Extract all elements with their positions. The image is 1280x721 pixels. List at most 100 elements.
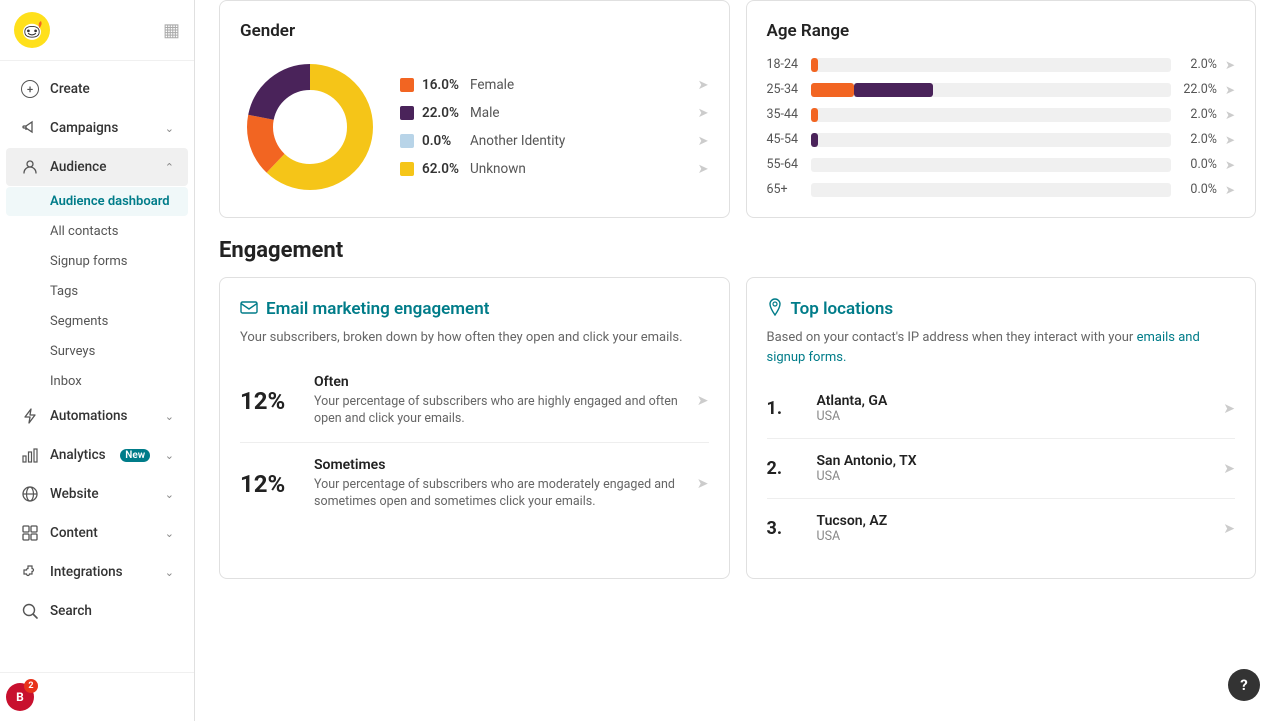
age-bar-25-34-purple — [854, 83, 933, 97]
age-send-65plus[interactable]: ➤ — [1225, 183, 1235, 197]
audience-subnav: Audience dashboard All contacts Signup f… — [0, 187, 194, 396]
sometimes-desc: Your percentage of subscribers who are m… — [314, 476, 683, 511]
age-pct-45-54: 2.0% — [1179, 132, 1217, 147]
female-color-swatch — [400, 78, 414, 92]
age-pct-35-44: 2.0% — [1179, 107, 1217, 122]
location-info-2: San Antonio, TX USA — [817, 453, 1210, 484]
sidebar-item-campaigns-label: Campaigns — [50, 120, 118, 136]
location-city-1: Atlanta, GA — [817, 393, 1210, 409]
automations-chevron-icon: ⌄ — [165, 410, 174, 423]
analytics-new-badge: New — [120, 449, 150, 462]
people-icon — [20, 157, 40, 177]
main-content: Gender — [195, 0, 1280, 721]
sidebar-nav: + Create Campaigns ⌄ Audience ⌃ Audience… — [0, 61, 194, 672]
age-pct-65plus: 0.0% — [1179, 182, 1217, 197]
integrations-chevron-icon: ⌄ — [165, 566, 174, 579]
sidebar-item-signup-forms[interactable]: Signup forms — [6, 247, 188, 276]
locations-desc-text: Based on your contact's IP address when … — [767, 330, 1134, 345]
locations-desc: Based on your contact's IP address when … — [767, 328, 1236, 367]
sidebar-item-content[interactable]: Content ⌄ — [6, 514, 188, 552]
sidebar: ▦ + Create Campaigns ⌄ Audience ⌃ — [0, 0, 195, 721]
audience-chevron-icon: ⌃ — [165, 161, 174, 174]
notification-badge: 2 — [24, 679, 38, 693]
sidebar-item-all-contacts[interactable]: All contacts — [6, 217, 188, 246]
location-send-2[interactable]: ➤ — [1223, 461, 1235, 477]
another-send-icon[interactable]: ➤ — [698, 134, 709, 149]
sidebar-item-integrations[interactable]: Integrations ⌄ — [6, 553, 188, 591]
age-send-35-44[interactable]: ➤ — [1225, 108, 1235, 122]
sometimes-pct: 12% — [240, 470, 300, 498]
age-bar-45-54-fill — [811, 133, 818, 147]
often-pct: 12% — [240, 387, 300, 415]
sidebar-item-website[interactable]: Website ⌄ — [6, 475, 188, 513]
sidebar-item-surveys[interactable]: Surveys — [6, 337, 188, 366]
age-label-65plus: 65+ — [767, 182, 803, 197]
user-avatar-wrapper[interactable]: B 2 — [6, 683, 34, 711]
location-send-1[interactable]: ➤ — [1223, 401, 1235, 417]
mailchimp-logo-icon — [14, 12, 50, 48]
location-item-1: 1. Atlanta, GA USA ➤ — [767, 379, 1236, 439]
sidebar-item-integrations-label: Integrations — [50, 564, 123, 580]
location-rank-3: 3. — [767, 518, 803, 539]
sidebar-item-search[interactable]: Search — [6, 592, 188, 630]
sidebar-item-tags[interactable]: Tags — [6, 277, 188, 306]
sidebar-item-create[interactable]: + Create — [6, 70, 188, 108]
email-engagement-card: Email marketing engagement Your subscrib… — [219, 277, 730, 579]
age-title: Age Range — [767, 21, 1236, 41]
gender-legend-another: 0.0% Another Identity ➤ — [400, 133, 709, 149]
often-send-icon[interactable]: ➤ — [697, 393, 709, 409]
sidebar-item-audience-dashboard[interactable]: Audience dashboard — [6, 187, 188, 216]
age-bar-55-64 — [811, 158, 1171, 172]
locations-list: 1. Atlanta, GA USA ➤ 2. San Antonio, TX … — [767, 379, 1236, 558]
location-info-3: Tucson, AZ USA — [817, 513, 1210, 544]
top-locations-link[interactable]: Top locations — [791, 299, 894, 319]
help-button[interactable]: ? — [1228, 669, 1260, 701]
location-rank-2: 2. — [767, 458, 803, 479]
top-locations-card: Top locations Based on your contact's IP… — [746, 277, 1257, 579]
age-row-55-64: 55-64 0.0% ➤ — [767, 157, 1236, 172]
age-send-45-54[interactable]: ➤ — [1225, 133, 1235, 147]
age-send-55-64[interactable]: ➤ — [1225, 158, 1235, 172]
another-label: Another Identity — [470, 133, 565, 149]
age-bar-25-34-orange — [811, 83, 854, 97]
location-pin-icon — [767, 298, 783, 320]
location-item-2: 2. San Antonio, TX USA ➤ — [767, 439, 1236, 499]
age-row-18-24: 18-24 2.0% ➤ — [767, 57, 1236, 72]
email-engagement-link[interactable]: Email marketing engagement — [266, 299, 489, 319]
sidebar-item-audience[interactable]: Audience ⌃ — [6, 148, 188, 186]
female-send-icon[interactable]: ➤ — [698, 78, 709, 93]
sidebar-item-search-label: Search — [50, 603, 92, 619]
gender-card: Gender — [219, 0, 730, 218]
unknown-pct: 62.0% — [422, 161, 462, 177]
another-color-swatch — [400, 134, 414, 148]
gender-legend: 16.0% Female ➤ 22.0% Male ➤ 0.0% — [400, 77, 709, 177]
email-engagement-desc: Your subscribers, broken down by how oft… — [240, 328, 709, 348]
sometimes-send-icon[interactable]: ➤ — [697, 476, 709, 492]
sidebar-item-campaigns[interactable]: Campaigns ⌄ — [6, 109, 188, 147]
content-icon — [20, 523, 40, 543]
unknown-send-icon[interactable]: ➤ — [698, 162, 709, 177]
age-row-25-34: 25-34 22.0% ➤ — [767, 82, 1236, 97]
female-label: Female — [470, 77, 514, 93]
sidebar-item-analytics[interactable]: Analytics New ⌄ — [6, 436, 188, 474]
unknown-label: Unknown — [470, 161, 526, 177]
analytics-chevron-icon: ⌄ — [165, 449, 174, 462]
age-bar-45-54 — [811, 133, 1171, 147]
website-chevron-icon: ⌄ — [165, 488, 174, 501]
age-bar-18-24-fill — [811, 58, 818, 72]
male-send-icon[interactable]: ➤ — [698, 106, 709, 121]
sidebar-item-automations[interactable]: Automations ⌄ — [6, 397, 188, 435]
location-rank-1: 1. — [767, 398, 803, 419]
sidebar-item-inbox[interactable]: Inbox — [6, 367, 188, 396]
age-card: Age Range 18-24 2.0% ➤ 25-34 — [746, 0, 1257, 218]
sidebar-toggle-icon[interactable]: ▦ — [163, 20, 180, 41]
often-label: Often — [314, 374, 683, 390]
location-city-2: San Antonio, TX — [817, 453, 1210, 469]
engagement-section: Email marketing engagement Your subscrib… — [219, 277, 1256, 579]
age-send-25-34[interactable]: ➤ — [1225, 83, 1235, 97]
sidebar-item-analytics-label: Analytics — [50, 447, 106, 463]
sidebar-item-segments[interactable]: Segments — [6, 307, 188, 336]
age-send-18-24[interactable]: ➤ — [1225, 58, 1235, 72]
location-item-3: 3. Tucson, AZ USA ➤ — [767, 499, 1236, 558]
location-send-3[interactable]: ➤ — [1223, 521, 1235, 537]
